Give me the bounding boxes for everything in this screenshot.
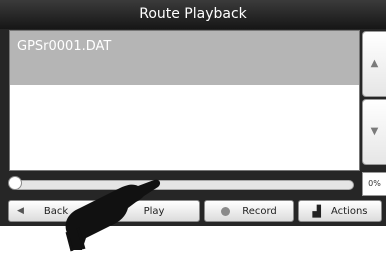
record-button[interactable]: Record: [204, 200, 294, 222]
triangle-up-icon: ▲: [370, 58, 379, 69]
scroll-down-button[interactable]: ▼: [362, 99, 386, 165]
list-item-file[interactable]: GPSr0001.DAT: [10, 31, 359, 85]
pointing-hand-icon: [65, 179, 161, 252]
actions-label: Actions: [330, 205, 368, 217]
slider-thumb[interactable]: [8, 176, 22, 190]
record-label: Record: [242, 205, 277, 217]
progress-percent: 0%: [362, 172, 386, 196]
triangle-down-icon: ▼: [370, 126, 379, 137]
actions-button[interactable]: ▟ Actions: [298, 200, 382, 222]
file-list: GPSr0001.DAT: [9, 30, 360, 171]
triangle-left-icon: ◀: [17, 206, 24, 216]
window-title: Route Playback: [0, 0, 386, 29]
scroll-up-button[interactable]: ▲: [362, 31, 386, 97]
file-name: GPSr0001.DAT: [17, 39, 112, 54]
record-dot-icon: [221, 206, 231, 216]
actions-icon: ▟: [312, 204, 321, 218]
